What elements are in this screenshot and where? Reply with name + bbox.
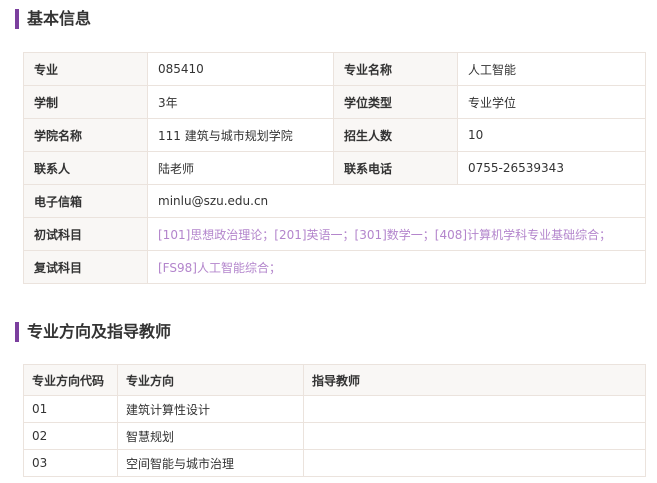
directions-title: 专业方向及指导教师 [15,322,171,342]
direction-code: 01 [23,395,118,423]
direction-code: 02 [23,422,118,450]
advisor [303,395,646,423]
header-direction-code: 专业方向代码 [23,364,118,396]
degree-type-label: 学位类型 [333,85,458,119]
direction-name: 建筑计算性设计 [117,395,304,423]
table-row: 电子信箱 minlu@szu.edu.cn [23,184,646,218]
advisor [303,449,646,477]
table-row: 学院名称 111 建筑与城市规划学院 招生人数 10 [23,118,646,152]
retest-label: 复试科目 [23,250,148,284]
major-label: 专业 [23,52,148,86]
header-advisor: 指导教师 [303,364,646,396]
direction-name: 智慧规划 [117,422,304,450]
enrollment-value: 10 [457,118,646,152]
initial-exam-subjects: [101]思想政治理论；[201]英语一；[301]数学一；[408]计算机学科… [147,217,646,251]
table-row: 联系人 陆老师 联系电话 0755-26539343 [23,151,646,185]
duration-label: 学制 [23,85,148,119]
table-header-row: 专业方向代码 专业方向 指导教师 [23,364,646,396]
contact-label: 联系人 [23,151,148,185]
degree-type-value: 专业学位 [457,85,646,119]
major-name-value: 人工智能 [457,52,646,86]
advisor [303,422,646,450]
direction-name: 空间智能与城市治理 [117,449,304,477]
college-value: 111 建筑与城市规划学院 [147,118,334,152]
basic-info-title: 基本信息 [15,9,91,29]
major-value: 085410 [147,52,334,86]
directions-table: 专业方向代码 专业方向 指导教师 01 建筑计算性设计 02 智慧规划 03 空… [23,364,646,477]
retest-subjects: [FS98]人工智能综合； [147,250,646,284]
direction-code: 03 [23,449,118,477]
college-label: 学院名称 [23,118,148,152]
major-name-label: 专业名称 [333,52,458,86]
table-row: 03 空间智能与城市治理 [23,449,646,477]
table-row: 专业 085410 专业名称 人工智能 [23,52,646,86]
table-row: 复试科目 [FS98]人工智能综合； [23,250,646,284]
table-row: 学制 3年 学位类型 专业学位 [23,85,646,119]
table-row: 01 建筑计算性设计 [23,395,646,423]
email-label: 电子信箱 [23,184,148,218]
table-row: 初试科目 [101]思想政治理论；[201]英语一；[301]数学一；[408]… [23,217,646,251]
phone-label: 联系电话 [333,151,458,185]
header-direction: 专业方向 [117,364,304,396]
table-row: 02 智慧规划 [23,422,646,450]
phone-value: 0755-26539343 [457,151,646,185]
initial-exam-label: 初试科目 [23,217,148,251]
email-value: minlu@szu.edu.cn [147,184,646,218]
enrollment-label: 招生人数 [333,118,458,152]
basic-info-table: 专业 085410 专业名称 人工智能 学制 3年 学位类型 专业学位 学院名称… [23,52,646,284]
duration-value: 3年 [147,85,334,119]
contact-value: 陆老师 [147,151,334,185]
